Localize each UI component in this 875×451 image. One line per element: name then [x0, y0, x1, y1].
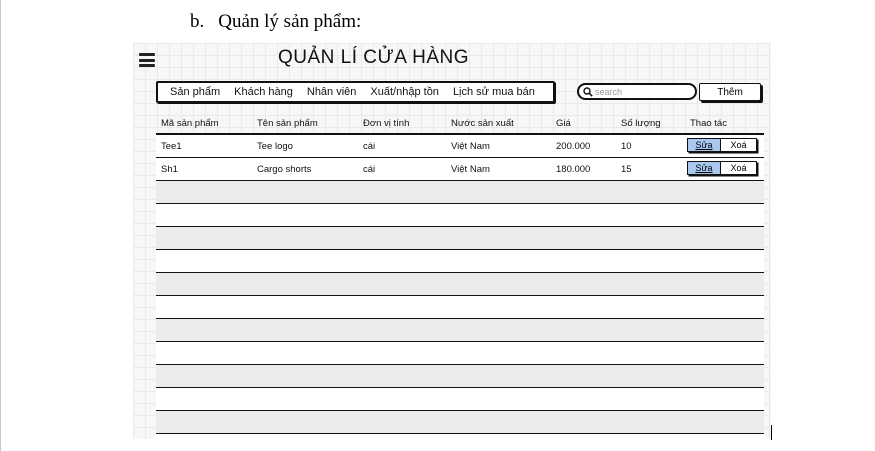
cell-country: Việt Nam	[451, 164, 490, 175]
cell-country: Việt Nam	[451, 141, 490, 152]
row-actions: Sửa Xoá	[687, 138, 757, 152]
col-header-name: Tên sản phẩm	[257, 118, 318, 129]
table-row[interactable]: Tee1 Tee logo cái Việt Nam 200.000 10 Sử…	[156, 135, 764, 158]
hamburger-menu-icon[interactable]	[139, 53, 155, 67]
empty-table-row	[156, 181, 764, 204]
cell-name: Tee logo	[257, 141, 293, 152]
nav-item-employees[interactable]: Nhân viên	[307, 86, 357, 98]
col-header-unit: Đơn vị tính	[363, 118, 410, 129]
app-mockup: QUẢN LÍ CỬA HÀNG Sản phẩm Khách hàng Nhâ…	[133, 43, 771, 439]
empty-table-row	[156, 204, 764, 227]
col-header-price: Giá	[556, 118, 571, 129]
delete-button[interactable]: Xoá	[721, 138, 757, 152]
empty-table-row	[156, 319, 764, 342]
nav-item-sales-history[interactable]: Lịch sử mua bán	[453, 86, 535, 98]
cell-code: Tee1	[161, 141, 182, 152]
cell-name: Cargo shorts	[257, 164, 312, 175]
product-table: Mã sản phẩm Tên sản phẩm Đơn vị tính Nướ…	[156, 113, 764, 439]
empty-table-row	[156, 434, 764, 439]
empty-table-row	[156, 273, 764, 296]
heading-marker: b.	[190, 11, 205, 32]
cell-unit: cái	[363, 164, 376, 175]
cell-quantity: 10	[621, 141, 632, 152]
app-title: QUẢN LÍ CỬA HÀNG	[278, 47, 470, 68]
cell-code: Sh1	[161, 164, 178, 175]
search-box	[577, 83, 697, 100]
search-input[interactable]	[593, 86, 691, 97]
nav-item-products[interactable]: Sản phẩm	[170, 86, 220, 98]
empty-table-row	[156, 388, 764, 411]
table-header: Mã sản phẩm Tên sản phẩm Đơn vị tính Nướ…	[156, 113, 764, 135]
empty-table-row	[156, 342, 764, 365]
document-heading: b. Quản lý sản phẩm:	[190, 11, 361, 33]
empty-table-row	[156, 411, 764, 434]
col-header-quantity: Số lượng	[621, 118, 661, 129]
cell-price: 180.000	[556, 164, 591, 175]
col-header-country: Nước sản xuất	[451, 118, 514, 129]
col-header-code: Mã sản phẩm	[161, 118, 219, 129]
table-row[interactable]: Sh1 Cargo shorts cái Việt Nam 180.000 15…	[156, 158, 764, 181]
cell-quantity: 15	[621, 164, 632, 175]
heading-text: Quản lý sản phẩm:	[218, 11, 362, 32]
add-product-button[interactable]: Thêm	[699, 83, 761, 101]
row-actions: Sửa Xoá	[687, 161, 757, 175]
col-header-actions: Thao tác	[690, 118, 727, 129]
empty-table-row	[156, 296, 764, 319]
delete-button[interactable]: Xoá	[721, 161, 757, 175]
page-edge	[0, 0, 1, 451]
edit-button[interactable]: Sửa	[687, 138, 721, 152]
text-cursor	[771, 425, 772, 440]
empty-table-row	[156, 365, 764, 388]
nav-item-inventory[interactable]: Xuất/nhập tồn	[370, 86, 439, 98]
empty-table-row	[156, 250, 764, 273]
search-icon	[583, 86, 593, 97]
empty-table-row	[156, 227, 764, 250]
cell-unit: cái	[363, 141, 376, 152]
nav-item-customers[interactable]: Khách hàng	[234, 86, 293, 98]
edit-button[interactable]: Sửa	[687, 161, 721, 175]
main-nav: Sản phẩm Khách hàng Nhân viên Xuất/nhập …	[156, 81, 555, 103]
cell-price: 200.000	[556, 141, 591, 152]
